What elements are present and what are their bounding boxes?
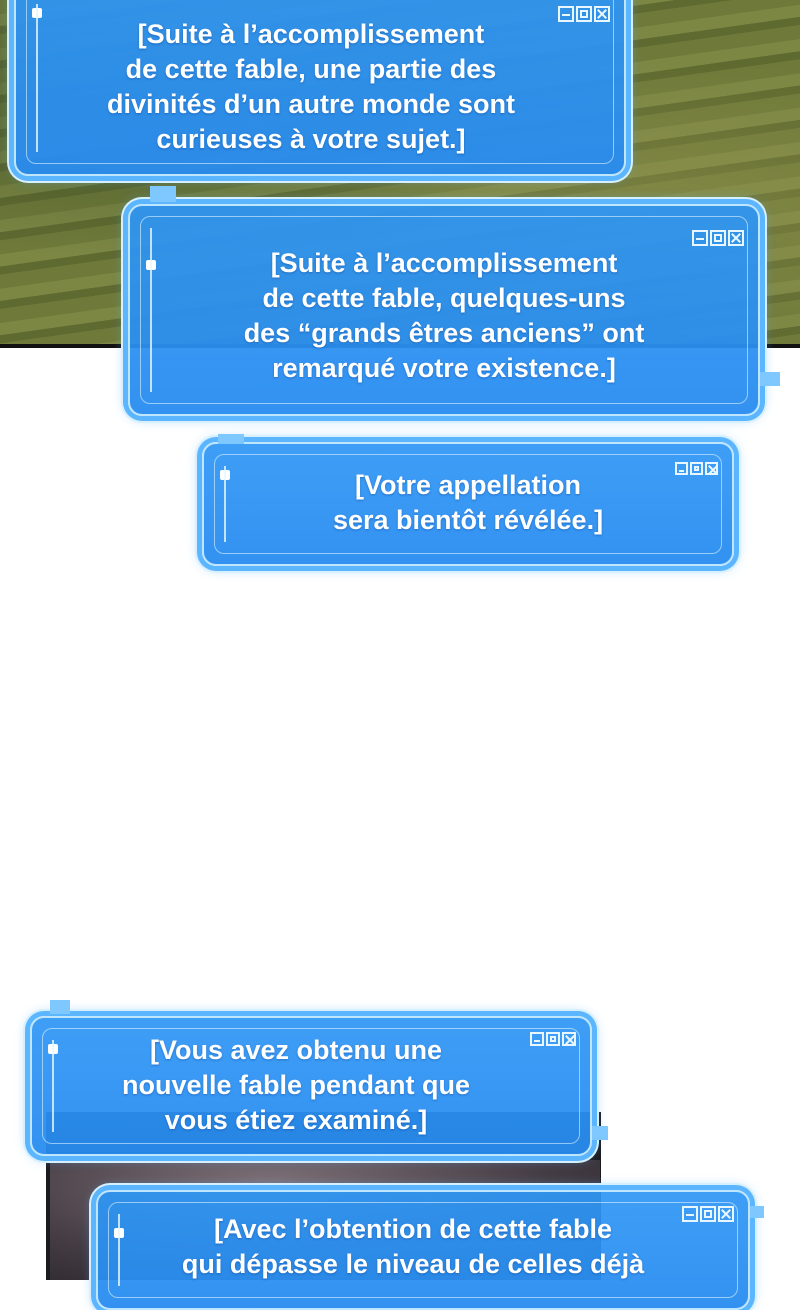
- glitch-pixel: [760, 372, 780, 386]
- window-controls: [682, 1206, 734, 1222]
- minimize-icon[interactable]: [530, 1032, 544, 1046]
- glitch-pixel: [150, 186, 176, 202]
- system-message-window: [Avec l’obtention de cette fable qui dép…: [96, 1190, 750, 1310]
- minimize-icon[interactable]: [682, 1206, 698, 1222]
- glitch-pixel: [50, 1000, 70, 1014]
- rail-indicator: [220, 470, 230, 480]
- system-message-text: [Suite à l’accomplissement de cette fabl…: [106, 19, 516, 154]
- minimize-icon[interactable]: [558, 6, 574, 22]
- glitch-pixel: [218, 434, 244, 444]
- maximize-icon[interactable]: [576, 6, 592, 22]
- system-message-text: [Suite à l’accomplissement de cette fabl…: [243, 248, 645, 383]
- rail-indicator: [48, 1044, 58, 1054]
- glitch-pixel: [592, 1126, 608, 1140]
- system-message-text: [Avec l’obtention de cette fable qui dép…: [181, 1214, 645, 1279]
- maximize-icon[interactable]: [690, 462, 703, 475]
- maximize-icon[interactable]: [700, 1206, 716, 1222]
- system-message-window: [Suite à l’accomplissement de cette fabl…: [14, 0, 626, 176]
- window-controls: [558, 6, 610, 22]
- maximize-icon[interactable]: [546, 1032, 560, 1046]
- system-message-text: [Votre appellation sera bientôt révélée.…: [332, 470, 604, 535]
- system-message-window: [Votre appellation sera bientôt révélée.…: [202, 442, 734, 566]
- minimize-icon[interactable]: [692, 230, 708, 246]
- rail-indicator: [32, 8, 42, 18]
- system-message-text: [Vous avez obtenu une nouvelle fable pen…: [121, 1034, 471, 1135]
- window-controls: [675, 462, 718, 475]
- close-icon[interactable]: [594, 6, 610, 22]
- window-controls: [530, 1032, 576, 1046]
- close-icon[interactable]: [705, 462, 718, 475]
- glitch-pixel: [750, 1206, 764, 1218]
- close-icon[interactable]: [728, 230, 744, 246]
- maximize-icon[interactable]: [710, 230, 726, 246]
- system-message-window: [Suite à l’accomplissement de cette fabl…: [128, 204, 760, 416]
- rail-indicator: [114, 1228, 124, 1238]
- system-message-window: [Vous avez obtenu une nouvelle fable pen…: [30, 1016, 592, 1156]
- close-icon[interactable]: [718, 1206, 734, 1222]
- minimize-icon[interactable]: [675, 462, 688, 475]
- window-controls: [692, 230, 744, 246]
- rail-indicator: [146, 260, 156, 270]
- close-icon[interactable]: [562, 1032, 576, 1046]
